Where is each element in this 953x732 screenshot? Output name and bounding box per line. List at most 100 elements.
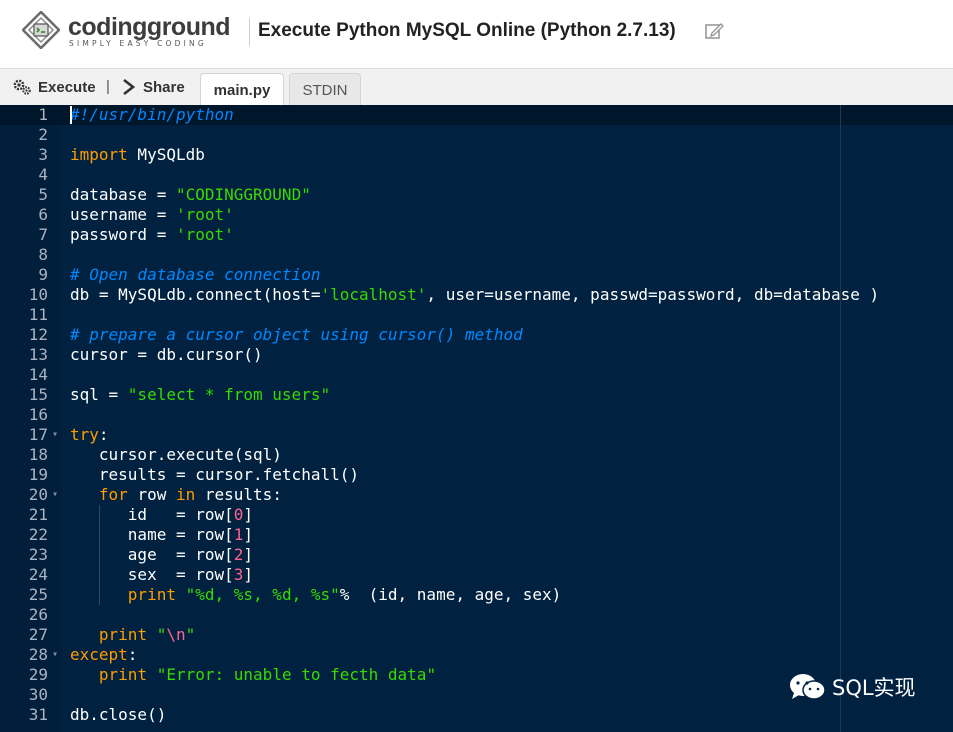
- code-text: sex = row[3]: [70, 565, 254, 584]
- line-number: 24: [28, 565, 48, 584]
- logo-mark-icon: [22, 11, 60, 49]
- code-text: # prepare a cursor object using cursor()…: [70, 325, 523, 344]
- code-line[interactable]: 27 print "\n": [0, 625, 953, 645]
- line-number: 25: [28, 585, 48, 604]
- code-text: results = cursor.fetchall(): [70, 465, 359, 484]
- line-number: 27: [28, 625, 48, 644]
- code-line[interactable]: 14: [0, 365, 953, 385]
- code-text: password = 'root': [70, 225, 234, 244]
- code-text: db.close(): [70, 705, 167, 724]
- line-number: 10: [28, 285, 48, 304]
- code-text: id = row[0]: [70, 505, 254, 524]
- header: codingground SIMPLY EASY CODING Execute …: [0, 0, 953, 68]
- line-number: 12: [28, 325, 48, 344]
- line-number: 13: [28, 345, 48, 364]
- code-text: username = 'root': [70, 205, 234, 224]
- edit-icon[interactable]: [704, 21, 724, 41]
- code-line[interactable]: 16: [0, 405, 953, 425]
- share-button[interactable]: Share: [121, 78, 185, 96]
- line-number: 1: [38, 105, 48, 124]
- share-chevron-icon: [123, 78, 136, 96]
- line-number: 20: [28, 485, 48, 504]
- gears-icon: [13, 79, 31, 95]
- line-number: 17: [28, 425, 48, 444]
- line-number: 23: [28, 545, 48, 564]
- code-editor[interactable]: 1 #!/usr/bin/python 2 3 import MySQLdb 4 5 data…: [0, 105, 953, 732]
- line-number: 3: [38, 145, 48, 164]
- code-line[interactable]: 18 cursor.execute(sql): [0, 445, 953, 465]
- line-number: 11: [28, 305, 48, 324]
- header-divider: [249, 18, 250, 46]
- fold-arrow-icon[interactable]: ▾: [52, 645, 58, 665]
- tab-stdin[interactable]: STDIN: [289, 73, 361, 106]
- code-line[interactable]: 28 ▾ except:: [0, 645, 953, 665]
- code-line[interactable]: 25 print "%d, %s, %d, %s"% (id, name, ag…: [0, 585, 953, 605]
- line-number: 5: [38, 185, 48, 204]
- code-line[interactable]: 10 db = MySQLdb.connect(host='localhost',…: [0, 285, 953, 305]
- code-line[interactable]: 12 # prepare a cursor object using cursor…: [0, 325, 953, 345]
- code-text: print "\n": [98, 625, 196, 644]
- code-text: #!/usr/bin/python: [70, 105, 234, 124]
- code-line[interactable]: 2: [0, 125, 953, 145]
- code-text: import MySQLdb: [70, 145, 205, 164]
- fold-arrow-icon[interactable]: ▾: [52, 425, 58, 445]
- code-line[interactable]: 5 database = "CODINGGROUND": [0, 185, 953, 205]
- line-number: 28: [28, 645, 48, 664]
- code-line[interactable]: 19 results = cursor.fetchall(): [0, 465, 953, 485]
- code-text: cursor = db.cursor(): [70, 345, 263, 364]
- code-line[interactable]: 22 name = row[1]: [0, 525, 953, 545]
- logo-name: codingground: [68, 13, 231, 41]
- line-number: 26: [28, 605, 48, 624]
- fold-arrow-icon[interactable]: ▾: [52, 485, 58, 505]
- code-text: print "%d, %s, %d, %s"% (id, name, age, …: [127, 585, 562, 604]
- execute-button[interactable]: Execute: [12, 78, 96, 96]
- page-title: Execute Python MySQL Online (Python 2.7.…: [258, 20, 676, 41]
- text-cursor: [70, 106, 72, 124]
- line-number: 18: [28, 445, 48, 464]
- code-line[interactable]: 15 sql = "select * from users": [0, 385, 953, 405]
- toolbar: Execute | Share main.py STDIN: [0, 68, 953, 106]
- code-text: except:: [70, 645, 138, 664]
- code-line[interactable]: 26: [0, 605, 953, 625]
- logo-tagline: SIMPLY EASY CODING: [69, 39, 207, 48]
- code-line[interactable]: 3 import MySQLdb: [0, 145, 953, 165]
- code-line[interactable]: 20 ▾ for row in results:: [0, 485, 953, 505]
- code-line[interactable]: 21 id = row[0]: [0, 505, 953, 525]
- toolbar-separator: |: [106, 78, 110, 95]
- line-number: 22: [28, 525, 48, 544]
- codingground-logo[interactable]: codingground SIMPLY EASY CODING: [22, 11, 237, 51]
- code-text: age = row[2]: [70, 545, 254, 564]
- code-text: print "Error: unable to fecth data": [98, 665, 437, 684]
- code-text: try:: [70, 425, 109, 444]
- code-line[interactable]: 13 cursor = db.cursor(): [0, 345, 953, 365]
- code-line[interactable]: 31 db.close(): [0, 705, 953, 725]
- line-number: 9: [38, 265, 48, 284]
- code-text: db = MySQLdb.connect(host='localhost', u…: [70, 285, 880, 304]
- code-line[interactable]: 11: [0, 305, 953, 325]
- watermark: SQL实现: [788, 672, 916, 702]
- code-line[interactable]: 8: [0, 245, 953, 265]
- code-line[interactable]: 6 username = 'root': [0, 205, 953, 225]
- line-number: 7: [38, 225, 48, 244]
- tab-main-py[interactable]: main.py: [200, 73, 284, 106]
- line-number: 19: [28, 465, 48, 484]
- code-line[interactable]: 1 #!/usr/bin/python: [0, 105, 953, 125]
- wechat-icon: [790, 674, 826, 700]
- line-number: 6: [38, 205, 48, 224]
- code-line[interactable]: 24 sex = row[3]: [0, 565, 953, 585]
- line-number: 21: [28, 505, 48, 524]
- line-number: 8: [38, 245, 48, 264]
- share-label: Share: [143, 78, 185, 96]
- line-number: 31: [28, 705, 48, 724]
- code-line[interactable]: 17 ▾ try:: [0, 425, 953, 445]
- line-number: 2: [38, 125, 48, 144]
- code-line[interactable]: 9 # Open database connection: [0, 265, 953, 285]
- code-text: name = row[1]: [70, 525, 254, 544]
- code-line[interactable]: 4: [0, 165, 953, 185]
- code-text: database = "CODINGGROUND": [70, 185, 311, 204]
- execute-label: Execute: [38, 78, 96, 96]
- code-line[interactable]: 23 age = row[2]: [0, 545, 953, 565]
- line-number: 15: [28, 385, 48, 404]
- code-line[interactable]: 7 password = 'root': [0, 225, 953, 245]
- line-number: 16: [28, 405, 48, 424]
